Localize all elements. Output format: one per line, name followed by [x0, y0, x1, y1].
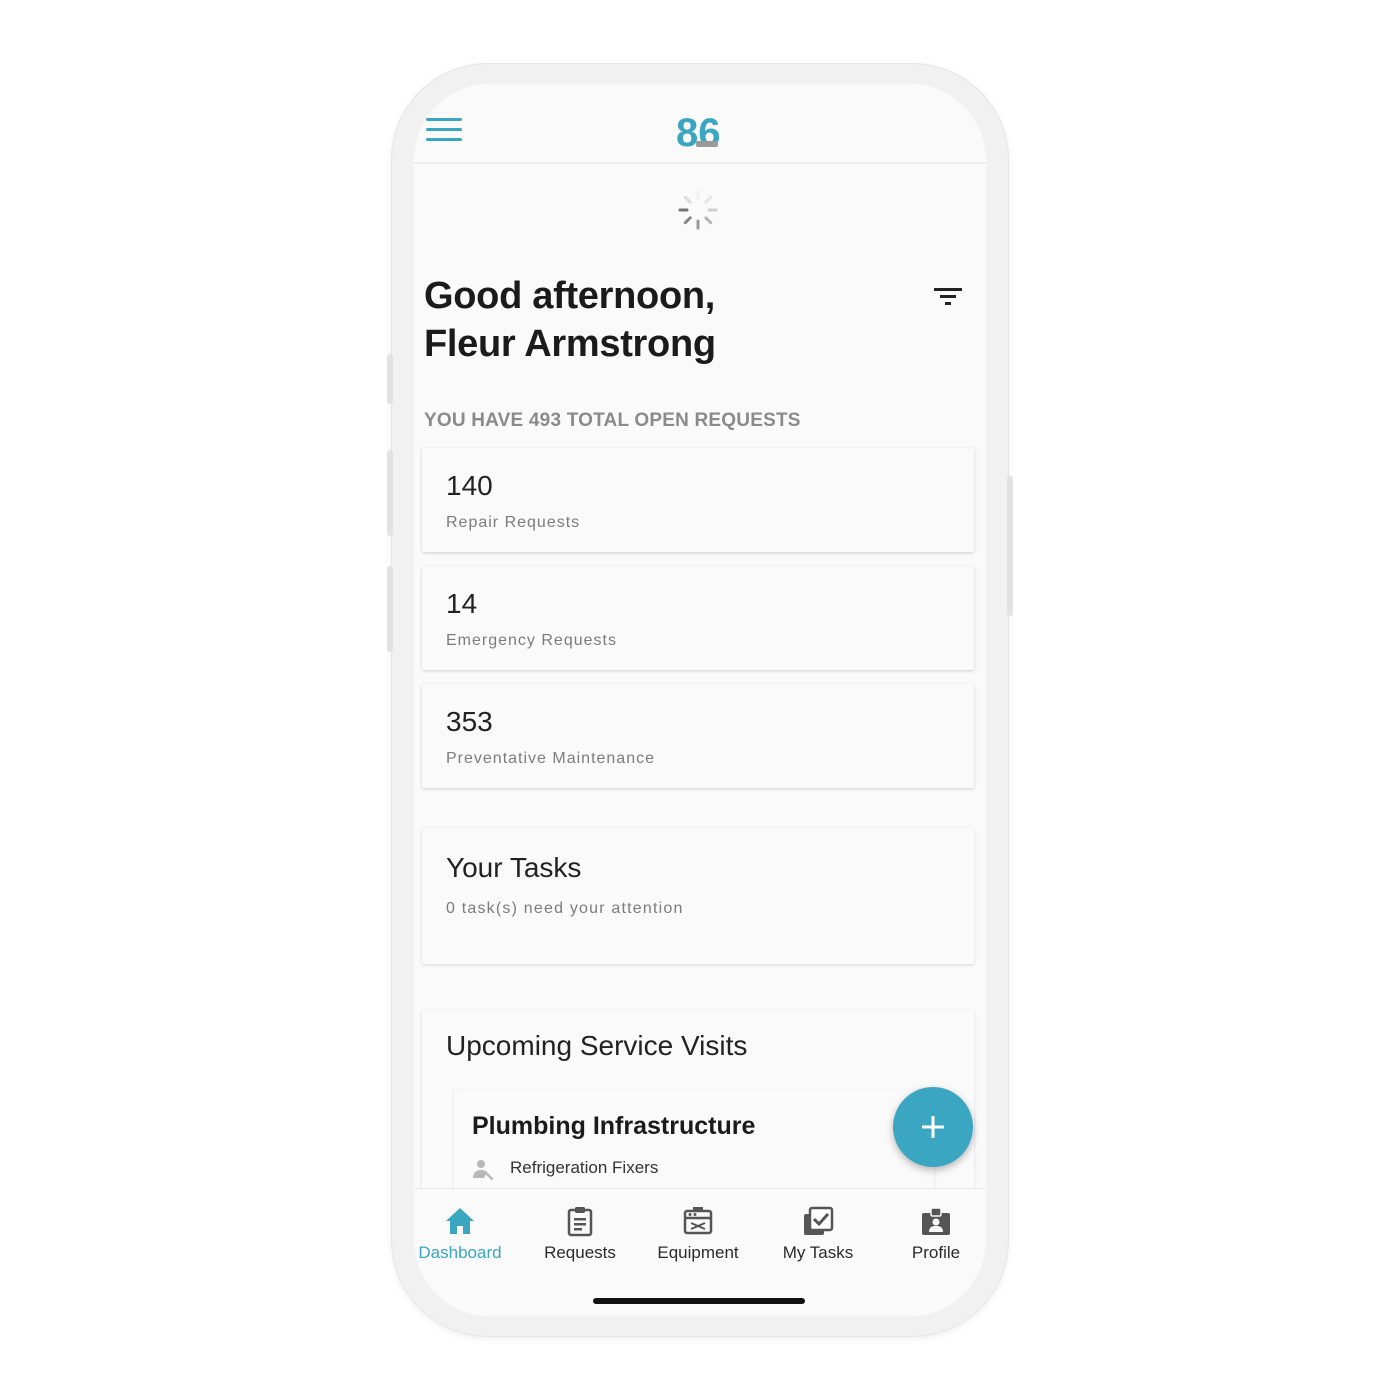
preventative-maintenance-label: Preventative Maintenance — [446, 750, 655, 767]
equipment-icon — [683, 1207, 713, 1235]
home-indicator[interactable] — [593, 1298, 805, 1304]
greeting-line-1: Good afternoon, — [424, 275, 716, 317]
tab-label: Profile — [911, 1243, 961, 1262]
your-tasks-card[interactable]: Your Tasks 0 task(s) need your attention — [422, 828, 974, 964]
hamburger-menu-icon[interactable] — [426, 118, 462, 142]
phone-volume-up-button — [387, 450, 393, 536]
person-wrench-icon — [473, 1160, 494, 1180]
greeting-user-name: Fleur Armstrong — [424, 323, 716, 365]
upcoming-service-visits-title: Upcoming Service Visits — [446, 1030, 748, 1061]
service-visit-vendor: Refrigeration Fixers — [510, 1158, 659, 1177]
preventative-maintenance-card[interactable]: 353 Preventative Maintenance — [422, 684, 974, 788]
badge-icon — [922, 1207, 950, 1235]
home-icon — [446, 1208, 474, 1234]
emergency-requests-count: 14 — [446, 588, 478, 619]
tab-label: Dashboard — [418, 1243, 502, 1262]
filter-icon[interactable] — [932, 284, 964, 310]
bottom-tab-bar: Dashboard Requests Equipment My Tasks Pr… — [414, 1188, 986, 1316]
tab-label: Requests — [544, 1243, 616, 1262]
loading-spinner-icon — [678, 190, 718, 230]
phone-power-button — [1007, 476, 1013, 616]
phone-volume-down-button — [387, 566, 393, 652]
logo-text: 86 — [676, 111, 721, 154]
plus-icon — [922, 1116, 944, 1138]
top-app-bar: 86 — [414, 84, 986, 164]
tab-label: My Tasks — [782, 1243, 854, 1262]
greeting-heading: Good afternoon, Fleur Armstrong — [424, 272, 864, 368]
clipboard-icon — [567, 1207, 593, 1237]
repair-requests-card[interactable]: 140 Repair Requests — [422, 448, 974, 552]
repair-requests-label: Repair Requests — [446, 514, 581, 531]
tab-dashboard[interactable]: Dashboard — [414, 1205, 517, 1263]
tab-profile[interactable]: Profile — [879, 1205, 986, 1263]
emergency-requests-label: Emergency Requests — [446, 632, 617, 649]
app-logo-icon: 86 — [676, 111, 721, 154]
tab-equipment[interactable]: Equipment — [641, 1205, 755, 1263]
phone-silent-switch — [387, 354, 393, 404]
emergency-requests-card[interactable]: 14 Emergency Requests — [422, 566, 974, 670]
your-tasks-title: Your Tasks — [446, 852, 582, 883]
checklist-icon — [804, 1206, 834, 1235]
open-requests-summary: YOU HAVE 493 TOTAL OPEN REQUESTS — [424, 410, 801, 431]
tab-label: Equipment — [657, 1243, 739, 1262]
service-visit-title: Plumbing Infrastructure — [472, 1112, 756, 1140]
your-tasks-subtitle: 0 task(s) need your attention — [446, 900, 684, 917]
repair-requests-count: 140 — [446, 470, 493, 501]
preventative-maintenance-count: 353 — [446, 706, 493, 737]
tab-my-tasks[interactable]: My Tasks — [761, 1205, 875, 1263]
tab-requests[interactable]: Requests — [523, 1205, 637, 1263]
add-request-button[interactable] — [893, 1087, 973, 1167]
app-screen: 86 Good afternoon, Fleur Armstrong YOU H… — [414, 84, 986, 1316]
